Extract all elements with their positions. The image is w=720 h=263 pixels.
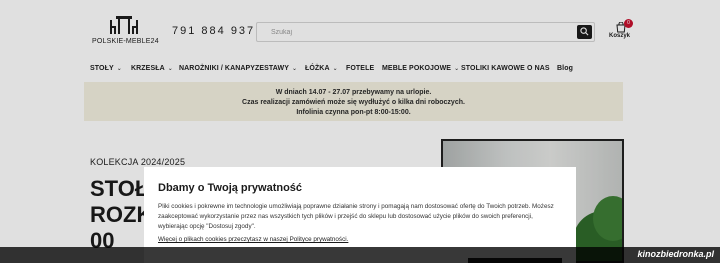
watermark-bar	[0, 247, 720, 263]
cookie-modal-text: Pliki cookies i pokrewne im technologie …	[158, 203, 554, 230]
privacy-policy-link[interactable]: Więcej o plikach cookies przeczytasz w n…	[158, 236, 348, 243]
cookie-modal-title: Dbamy o Twoją prywatność	[158, 182, 303, 194]
watermark-text: kinozbiedronka.pl	[637, 249, 714, 259]
